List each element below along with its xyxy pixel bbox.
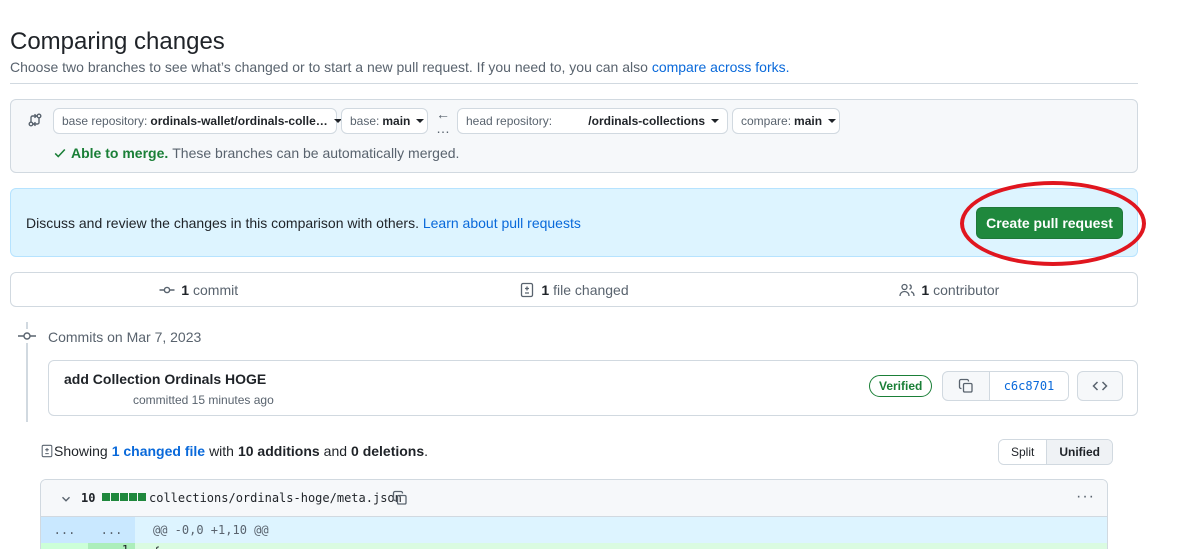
copy-icon[interactable] [392, 490, 408, 506]
file-header: 10 collections/ordinals-hoge/meta.json ·… [41, 480, 1107, 517]
commits-stat[interactable]: 1 commit [11, 273, 386, 306]
diffstat-block [102, 493, 110, 501]
merge-detail-text: These branches can be automatically merg… [172, 145, 460, 161]
head-repository-select[interactable]: head repository: /ordinals-collections [457, 108, 728, 134]
flash-text: Discuss and review the changes in this c… [26, 215, 581, 231]
commits-label: commit [193, 281, 239, 298]
base-repository-select[interactable]: base repository: ordinals-wallet/ordinal… [53, 108, 342, 134]
files-stat[interactable]: 1 file changed [386, 273, 761, 306]
compare-box: base repository: ordinals-wallet/ordinal… [10, 99, 1138, 173]
period-text: . [424, 443, 429, 459]
chevron-down-icon[interactable] [59, 492, 73, 506]
caret-down-icon [711, 119, 719, 123]
base-branch-value: main [382, 114, 411, 128]
diffstat-block [120, 493, 128, 501]
git-compare-icon [28, 113, 42, 127]
expand-up-button[interactable]: ... [41, 517, 88, 543]
base-branch-label: base: [350, 114, 380, 128]
subtitle-text: Choose two branches to see what’s change… [10, 59, 648, 75]
hunk-header-row: ... ... @@ -0,0 +1,10 @@ [41, 517, 1107, 543]
diff-addition-row: 1 { [41, 543, 1107, 549]
base-branch-select[interactable]: base: main [341, 108, 428, 134]
diffstat-block [111, 493, 119, 501]
check-icon [54, 148, 66, 158]
with-text: with [209, 443, 234, 459]
commit-icon [159, 286, 175, 293]
diff-summary: Showing 1 changed file with 10 additions… [40, 443, 428, 459]
page-title: Comparing changes [10, 28, 225, 55]
showing-text: Showing [54, 443, 108, 459]
new-line-number[interactable]: 1 [88, 543, 135, 549]
file-change-count: 10 [81, 491, 96, 505]
merge-ok-text: Able to merge. [71, 145, 169, 161]
files-label: file changed [553, 281, 629, 298]
browse-code-button[interactable] [1077, 371, 1123, 401]
kebab-horizontal-icon[interactable]: ··· [1076, 488, 1095, 506]
compare-branch-select[interactable]: compare: main [732, 108, 840, 134]
caret-down-icon [416, 119, 425, 123]
diffstat-bar [102, 493, 146, 501]
arrow-glyph: ← [436, 106, 450, 122]
expand-down-button[interactable]: ... [88, 517, 135, 543]
page-subtitle: Choose two branches to see what’s change… [10, 59, 790, 75]
commit-sha-link[interactable]: c6c8701 [990, 372, 1068, 400]
deletions-count: 0 deletions [351, 443, 425, 459]
diff-code-line: { [153, 545, 160, 549]
commit-title-link[interactable]: add Collection Ordinals HOGE [64, 371, 266, 387]
split-view-button[interactable]: Split [999, 440, 1048, 464]
contributors-count: 1 [921, 281, 930, 298]
diffstat-block [129, 493, 137, 501]
caret-down-icon [828, 119, 837, 123]
people-icon [899, 283, 915, 296]
dots-glyph: … [436, 120, 450, 136]
code-icon [1092, 381, 1108, 391]
commit-sha-group: c6c8701 [942, 371, 1069, 401]
contributors-stat[interactable]: 1 contributor [762, 273, 1137, 306]
unified-view-button[interactable]: Unified [1047, 440, 1113, 464]
additions-count: 10 additions [237, 443, 320, 459]
merge-status: Able to merge. These branches can be aut… [53, 145, 459, 161]
arrow-left-icon: ← … [433, 106, 453, 136]
changed-file-link[interactable]: 1 changed file [112, 443, 205, 459]
create-pull-request-button[interactable]: Create pull request [976, 207, 1123, 239]
file-diff: 10 collections/ordinals-hoge/meta.json ·… [40, 479, 1108, 549]
compare-branch-value: main [794, 114, 823, 128]
commit-meta: committed 15 minutes ago [133, 393, 274, 407]
compare-stats-bar: 1 commit 1 file changed 1 contributor [10, 272, 1138, 307]
commits-date-heading: Commits on Mar 7, 2023 [48, 329, 202, 345]
pull-request-flash: Discuss and review the changes in this c… [10, 188, 1138, 257]
learn-pull-requests-link[interactable]: Learn about pull requests [423, 215, 581, 231]
head-repo-value: /ordinals-collections [588, 114, 705, 128]
hunk-header-text: @@ -0,0 +1,10 @@ [153, 523, 269, 537]
file-diff-icon [521, 282, 534, 297]
base-repo-label: base repository: [62, 114, 148, 128]
and-text: and [323, 443, 348, 459]
commit-node-icon [18, 329, 36, 343]
copy-icon [958, 378, 973, 393]
flash-message: Discuss and review the changes in this c… [26, 215, 419, 231]
commits-count: 1 [181, 281, 189, 298]
commit-item: add Collection Ordinals HOGE committed 1… [48, 360, 1138, 416]
compare-forks-link[interactable]: compare across forks. [652, 59, 790, 75]
compare-branch-label: compare: [741, 114, 792, 128]
contributors-label: contributor [933, 281, 1000, 298]
copy-sha-button[interactable] [943, 372, 990, 400]
file-diff-icon [41, 444, 53, 458]
base-repo-value: ordinals-wallet/ordinals-colle… [150, 114, 328, 128]
old-line-number [41, 543, 88, 549]
files-count: 1 [541, 281, 550, 298]
verified-badge[interactable]: Verified [869, 375, 933, 397]
divider [10, 83, 1138, 84]
head-repo-label: head repository: [466, 114, 553, 128]
diffstat-block [138, 493, 146, 501]
file-path-link[interactable]: collections/ordinals-hoge/meta.json [149, 491, 402, 505]
diff-view-toggle: Split Unified [998, 439, 1114, 465]
